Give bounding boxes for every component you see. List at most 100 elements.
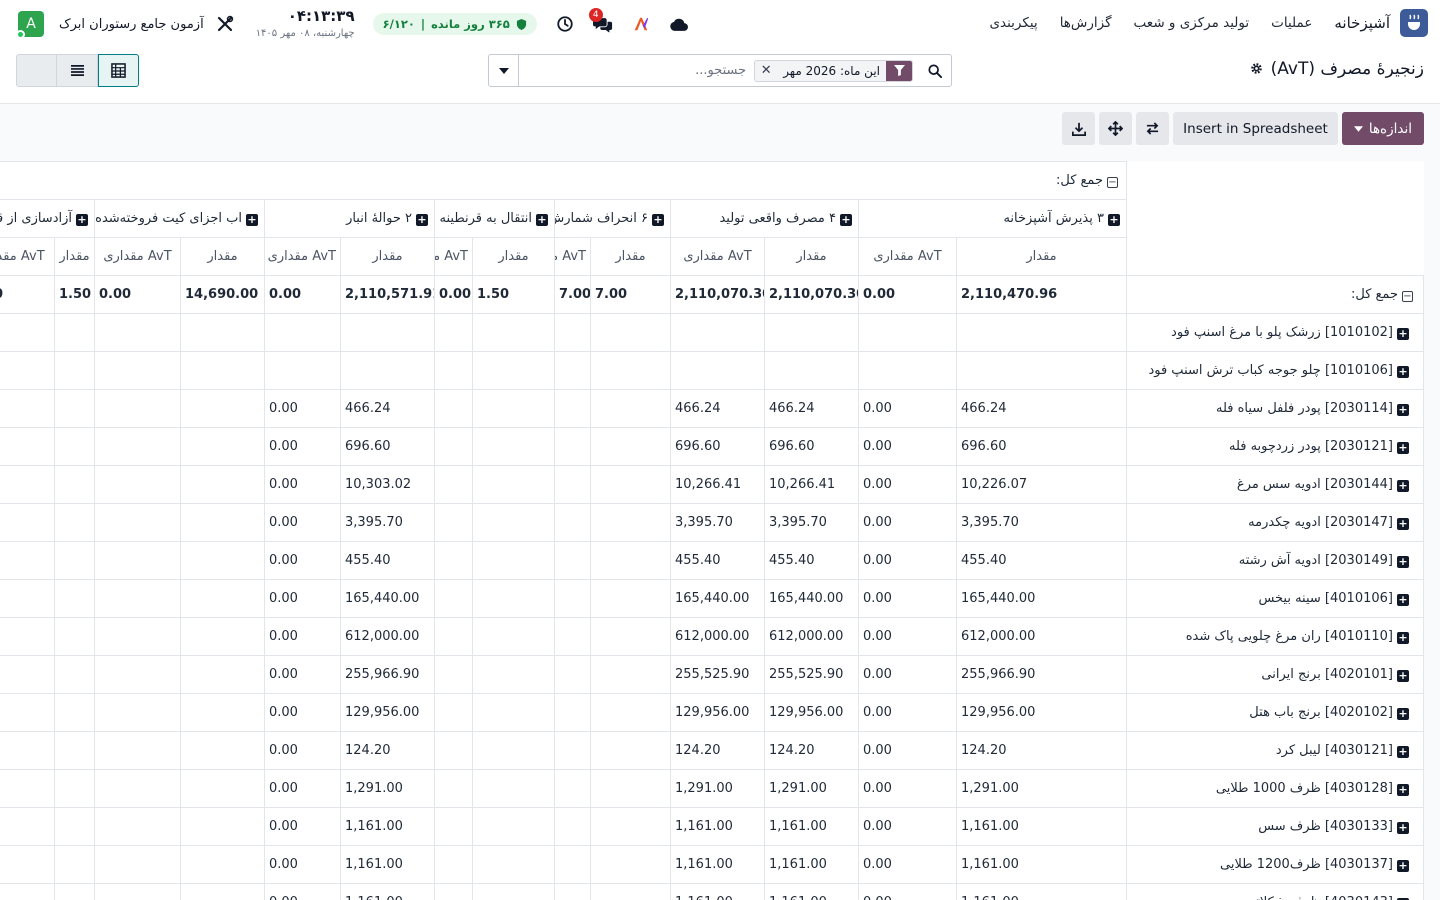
row-header[interactable]: + [2030147] ادویه چکدرمه [1126,503,1424,542]
row-header[interactable]: + [4030133] ظرف سس [1126,807,1424,846]
value-cell[interactable] [554,845,591,884]
value-cell[interactable]: 0.00 [858,883,957,900]
value-cell[interactable] [472,465,555,504]
value-cell[interactable] [434,655,473,694]
value-cell[interactable]: 3,395.70 [764,503,859,542]
value-cell[interactable]: 466.24 [956,389,1127,428]
value-cell[interactable] [554,693,591,732]
value-cell[interactable]: 129,956.00 [670,693,765,732]
value-cell[interactable] [472,845,555,884]
row-header[interactable]: + [2030114] پودر فلفل سیاه فله [1126,389,1424,428]
measure-header-qty[interactable]: مقدار [54,237,95,276]
value-cell[interactable]: 0.00 [858,845,957,884]
row-header[interactable]: +[4030143] ظرف شکلاتی [1126,883,1424,900]
value-cell[interactable]: 1,161.00 [764,883,859,900]
value-cell[interactable] [472,351,555,390]
value-cell[interactable] [554,389,591,428]
col-group-header[interactable]: +۳ پذیرش آشپزخانه [858,199,1127,238]
value-cell[interactable] [180,503,265,542]
value-cell[interactable] [554,313,591,352]
value-cell[interactable]: 1,291.00 [670,769,765,808]
value-cell[interactable]: 1,161.00 [670,883,765,900]
total-cell[interactable]: 1.50 [472,275,555,314]
row-header[interactable]: + [4030121] لیبل کرد [1126,731,1424,770]
app-brand[interactable]: آشپزخانه [1334,14,1390,32]
ai-icon[interactable] [631,14,651,34]
measure-header-avt[interactable]: AvT مقداری [670,237,765,276]
subscription-remaining-badge[interactable]: ۳۶۵ روز مانده | ۶/۱۲۰ [372,13,537,35]
value-cell[interactable] [94,731,181,770]
col-group-header[interactable]: + آزادسازی از قرنطینه [0,199,95,238]
chat-icon[interactable]: 4 [588,8,613,34]
menu-item-configuration[interactable]: پیکربندی [989,15,1037,31]
value-cell[interactable] [590,541,671,580]
row-header[interactable]: + [1010102] زرشک پلو با مرغ اسنپ فود [1126,313,1424,352]
value-cell[interactable] [590,465,671,504]
value-cell[interactable] [0,693,55,732]
value-cell[interactable] [434,427,473,466]
value-cell[interactable] [434,769,473,808]
value-cell[interactable]: 0.00 [264,617,341,656]
value-cell[interactable]: 1,161.00 [670,807,765,846]
value-cell[interactable]: 165,440.00 [670,579,765,618]
value-cell[interactable] [54,465,95,504]
value-cell[interactable]: 696.60 [764,427,859,466]
value-cell[interactable] [0,731,55,770]
value-cell[interactable] [94,465,181,504]
value-cell[interactable] [554,655,591,694]
view-pivot-button[interactable] [98,54,139,87]
value-cell[interactable] [54,731,95,770]
value-cell[interactable]: 0.00 [264,503,341,542]
value-cell[interactable] [94,769,181,808]
search-input[interactable] [519,55,755,86]
gear-icon[interactable] [1250,60,1263,79]
value-cell[interactable]: 1,161.00 [764,845,859,884]
value-cell[interactable] [180,769,265,808]
value-cell[interactable]: 10,226.07 [956,465,1127,504]
value-cell[interactable] [0,845,55,884]
value-cell[interactable]: 129,956.00 [764,693,859,732]
value-cell[interactable]: 0.00 [264,769,341,808]
value-cell[interactable]: 0.00 [264,655,341,694]
value-cell[interactable]: 3,395.70 [956,503,1127,542]
value-cell[interactable]: 0.00 [264,465,341,504]
value-cell[interactable]: 255,525.90 [670,655,765,694]
value-cell[interactable] [434,883,473,900]
value-cell[interactable] [858,351,957,390]
value-cell[interactable] [94,351,181,390]
measure-header-avt[interactable]: AvT مقداری [264,237,341,276]
value-cell[interactable] [434,541,473,580]
value-cell[interactable]: 124.20 [340,731,435,770]
value-cell[interactable]: 1,291.00 [956,769,1127,808]
value-cell[interactable] [554,465,591,504]
value-cell[interactable] [434,579,473,618]
value-cell[interactable] [94,617,181,656]
value-cell[interactable]: 10,303.02 [340,465,435,504]
value-cell[interactable]: 466.24 [764,389,859,428]
value-cell[interactable] [54,503,95,542]
value-cell[interactable] [0,769,55,808]
row-header[interactable]: + [4010106] سینه بیخس [1126,579,1424,618]
search-button[interactable] [919,55,951,86]
value-cell[interactable] [472,313,555,352]
value-cell[interactable] [472,579,555,618]
value-cell[interactable]: 1,161.00 [340,845,435,884]
search-options-toggle[interactable] [489,55,519,86]
measure-header-avt[interactable]: AvT مقداری [0,237,55,276]
download-button[interactable] [1062,112,1096,145]
value-cell[interactable] [472,617,555,656]
value-cell[interactable] [554,807,591,846]
value-cell[interactable]: 1,161.00 [956,883,1127,900]
value-cell[interactable] [54,845,95,884]
total-cell[interactable]: 2,110,070.30 [670,275,765,314]
col-group-header[interactable]: +اب اجزای کیت فروخته‌شده [94,199,265,238]
row-header[interactable]: + [2030121] پودر زردچوبه فله [1126,427,1424,466]
value-cell[interactable]: 0.00 [264,731,341,770]
value-cell[interactable]: 10,266.41 [764,465,859,504]
row-header[interactable]: + [1010106] چلو جوجه کباب ترش اسنپ فود [1126,351,1424,390]
value-cell[interactable]: 165,440.00 [764,579,859,618]
value-cell[interactable]: 10,266.41 [670,465,765,504]
value-cell[interactable] [554,503,591,542]
value-cell[interactable] [554,769,591,808]
value-cell[interactable] [554,541,591,580]
